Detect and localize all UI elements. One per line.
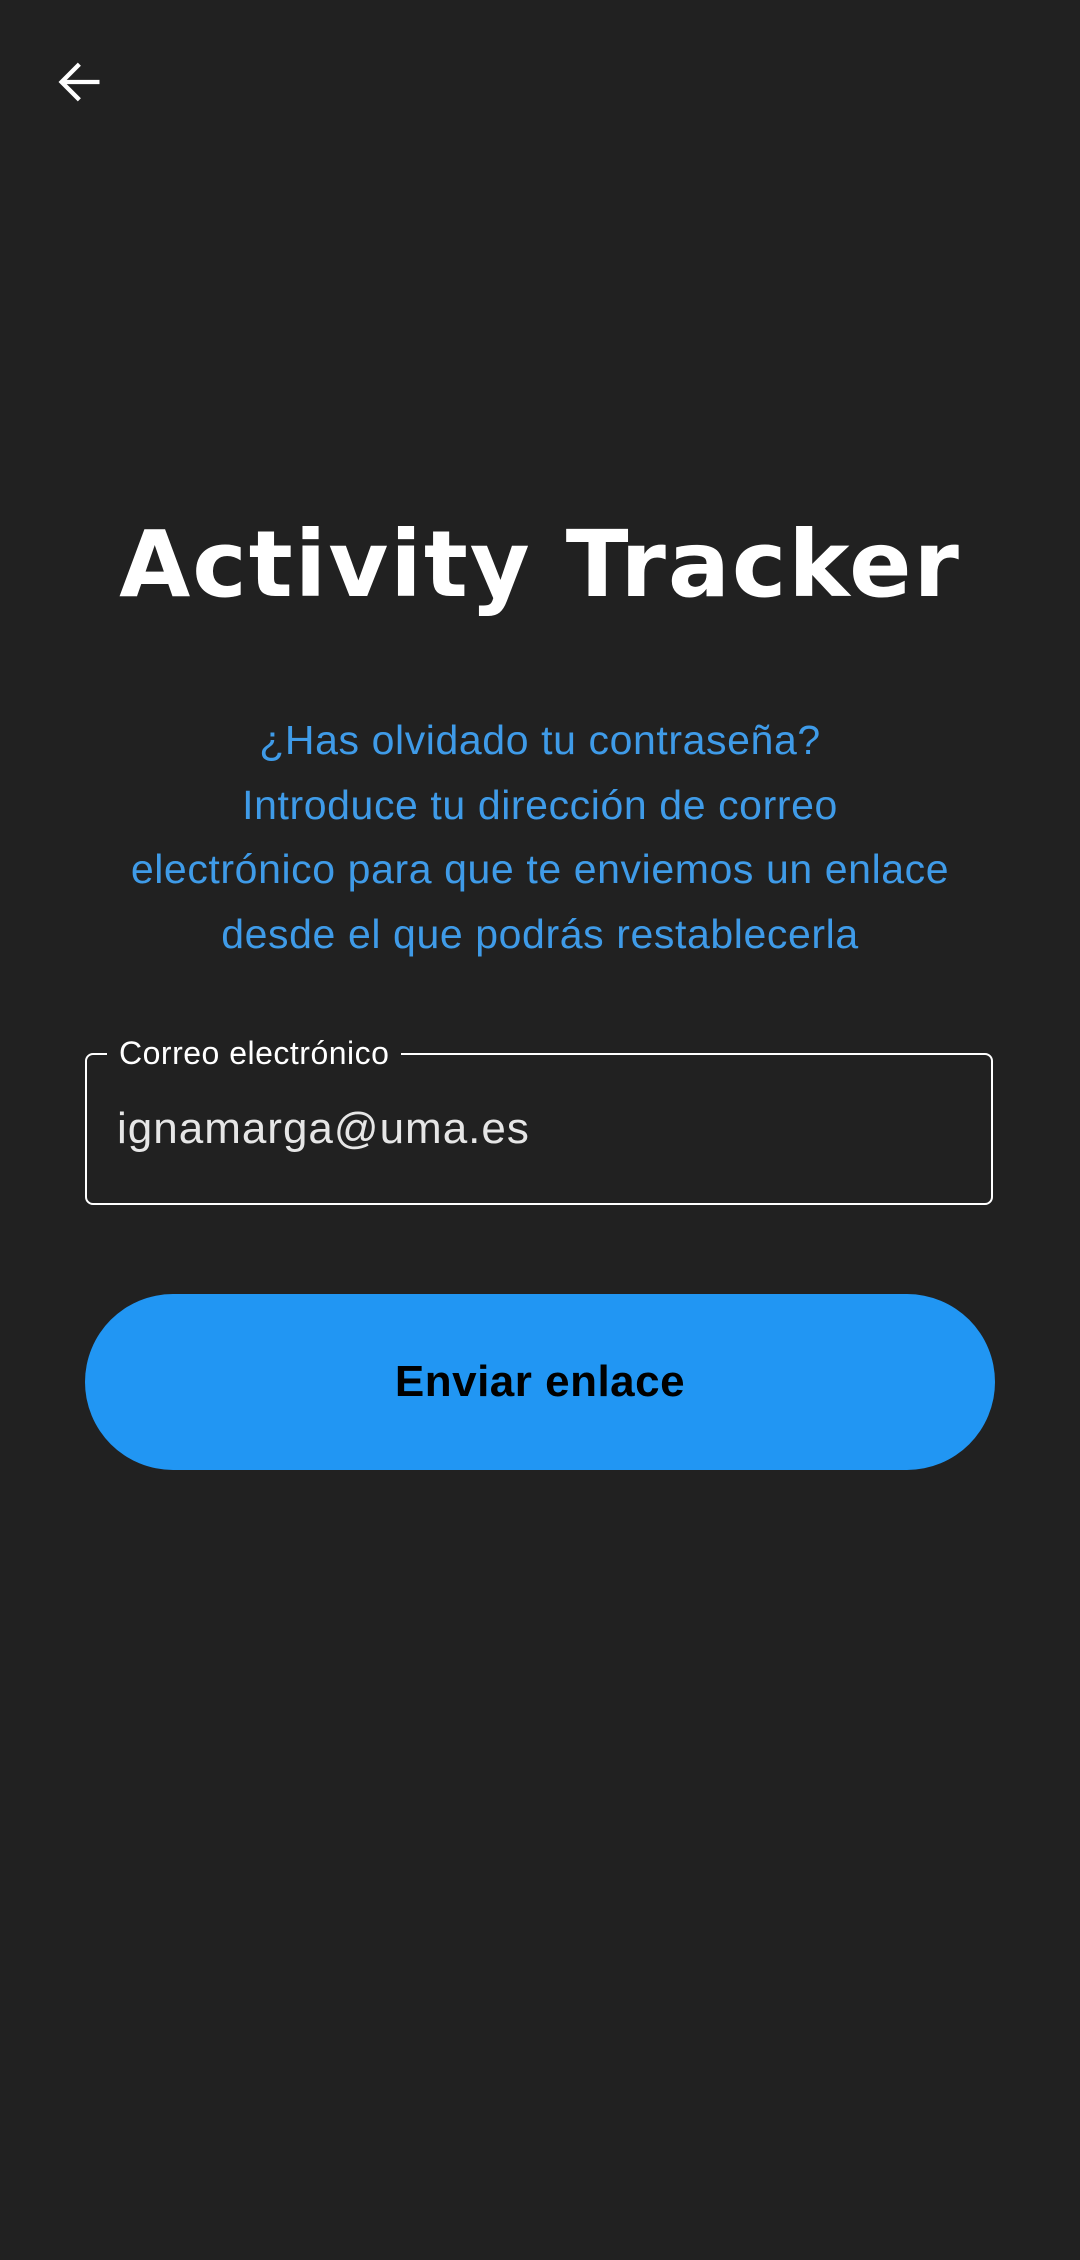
email-input[interactable] <box>117 1099 957 1159</box>
forgot-password-description: ¿Has olvidado tu contraseña? Introduce t… <box>60 708 1020 966</box>
description-line: desde el que podrás restablecerla <box>221 910 859 957</box>
back-button[interactable] <box>40 44 120 124</box>
description-line: electrónico para que te enviemos un enla… <box>130 846 950 892</box>
arrow-back-icon <box>54 56 106 113</box>
email-field[interactable]: Correo electrónico <box>85 1033 993 1205</box>
description-line: ¿Has olvidado tu contraseña? <box>259 717 821 763</box>
app-title: Activity Tracker <box>119 511 961 618</box>
email-field-label: Correo electrónico <box>107 1033 402 1073</box>
send-link-button[interactable]: Enviar enlace <box>85 1294 995 1470</box>
description-line: Introduce tu dirección de correo <box>242 781 838 828</box>
